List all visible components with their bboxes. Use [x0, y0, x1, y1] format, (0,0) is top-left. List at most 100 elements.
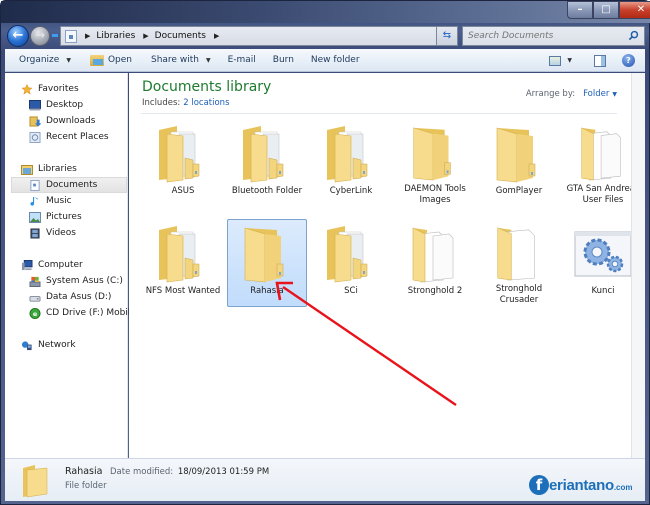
back-arrow-icon: ← — [12, 28, 24, 43]
item-rahasia[interactable]: Rahasia — [227, 219, 307, 307]
sidebar-libraries[interactable]: Libraries — [21, 161, 77, 177]
videos-icon — [30, 227, 40, 239]
minimize-button[interactable]: – — [567, 1, 593, 19]
folder-icon — [327, 126, 368, 183]
item-gomplayer[interactable]: GomPlayer — [479, 119, 559, 207]
hard-drive-icon — [29, 295, 41, 302]
search-icon[interactable] — [628, 30, 639, 41]
maximize-button[interactable]: □ — [593, 1, 619, 19]
search-box[interactable] — [462, 26, 645, 46]
view-options-dropdown[interactable]: ▼ — [567, 57, 572, 64]
sidebar-libraries-label: Libraries — [38, 164, 77, 174]
change-view-icon[interactable] — [549, 55, 562, 66]
recent-places-icon — [29, 131, 41, 143]
organize-button[interactable]: Organize ▼ — [5, 49, 78, 72]
folder-icon — [496, 127, 536, 183]
folder-icon — [581, 127, 621, 181]
close-button[interactable]: ✕ — [619, 1, 650, 19]
sidebar-item-documents[interactable]: Documents — [11, 177, 127, 193]
system-drive-icon — [29, 276, 41, 287]
sidebar-item-label: Videos — [46, 228, 76, 238]
search-input[interactable] — [468, 31, 618, 41]
includes-label: Includes: — [142, 98, 181, 108]
navigation-row: ← → ▶ Libraries ▶ Documents ▶ ▼ ⇆ — [1, 23, 650, 49]
sidebar-favorites[interactable]: Favorites — [21, 81, 79, 97]
sidebar-item-pictures[interactable]: Pictures — [29, 209, 82, 225]
open-label: Open — [107, 55, 132, 65]
refresh-button[interactable]: ⇆ — [436, 26, 458, 46]
vertical-scrollbar[interactable] — [631, 73, 645, 458]
details-date-modified: Date modified: 18/09/2013 01:59 PM — [110, 467, 269, 477]
help-icon[interactable]: ? — [622, 54, 635, 67]
item-stronghold-2[interactable]: Stronghold 2 — [395, 219, 475, 307]
navigation-pane: Favorites Desktop Downloads Recent Place… — [5, 73, 136, 458]
sidebar-item-label: Data Asus (D:) — [46, 292, 112, 302]
open-folder-icon — [89, 54, 104, 66]
chevron-right-icon[interactable]: ▶ — [143, 32, 148, 40]
page-title: Documents library — [142, 79, 272, 95]
details-name: Rahasia — [65, 466, 103, 477]
file-list: Documents library Includes: 2 locations A… — [129, 73, 639, 458]
folder-icon — [413, 127, 451, 181]
item-sci[interactable]: SCi — [311, 219, 391, 307]
details-type: File folder — [65, 481, 107, 491]
item-label: Stronghold Crusader — [495, 284, 543, 305]
item-asus[interactable]: ASUS — [143, 119, 223, 207]
sidebar-item-music[interactable]: Music — [29, 193, 72, 209]
sidebar-item-data-drive[interactable]: Data Asus (D:) — [29, 289, 111, 305]
locations-link[interactable]: 2 locations — [183, 98, 229, 108]
breadcrumb-documents[interactable]: Documents — [155, 31, 206, 41]
burn-button[interactable]: Burn — [263, 49, 301, 72]
folder-icon — [23, 465, 48, 498]
brand-text: eriantano — [549, 476, 614, 494]
back-button[interactable]: ← — [7, 25, 29, 47]
computer-icon — [21, 259, 33, 270]
sidebar-favorites-label: Favorites — [38, 84, 79, 94]
share-with-label: Share with — [151, 55, 199, 65]
header-divider — [141, 113, 617, 114]
sidebar-item-system-drive[interactable]: System Asus (C:) — [29, 273, 123, 289]
item-nfs-most-wanted[interactable]: NFS Most Wanted — [143, 219, 223, 307]
new-folder-label: New folder — [310, 55, 360, 65]
sidebar-item-label: CD Drive (F:) Mobile — [46, 308, 136, 318]
sidebar-item-label: Pictures — [46, 212, 82, 222]
forward-arrow-icon: → — [34, 28, 46, 42]
item-cyberlink[interactable]: CyberLink — [311, 119, 391, 207]
sidebar-item-cd-drive[interactable]: e CD Drive (F:) Mobile — [29, 305, 136, 321]
library-includes: Includes: 2 locations — [142, 98, 230, 108]
folder-icon — [327, 226, 368, 283]
pictures-icon — [29, 211, 41, 223]
share-with-button[interactable]: Share with ▼ — [139, 49, 218, 72]
open-button[interactable]: Open — [78, 49, 139, 72]
preview-pane-icon[interactable] — [594, 54, 606, 67]
item-label: NFS Most Wanted — [145, 286, 221, 296]
forward-button[interactable]: → — [30, 26, 50, 46]
item-daemon-tools-images[interactable]: DAEMON Tools Images — [395, 119, 475, 207]
sidebar-item-label: Desktop — [46, 100, 84, 110]
arrange-by-dropdown[interactable]: Folder ▼ — [583, 89, 617, 99]
brand-logo-icon: f — [529, 475, 549, 495]
recent-pages-dropdown[interactable] — [52, 34, 58, 37]
sidebar-item-desktop[interactable]: Desktop — [29, 97, 83, 113]
email-button[interactable]: E-mail — [218, 49, 263, 72]
window-controls: – □ ✕ — [567, 1, 650, 19]
sidebar-network[interactable]: Network — [21, 337, 76, 353]
folder-icon — [412, 227, 454, 283]
item-stronghold-crusader[interactable]: Stronghold Crusader — [479, 219, 559, 307]
sidebar-item-downloads[interactable]: Downloads — [29, 113, 95, 129]
sidebar-computer-label: Computer — [38, 260, 83, 270]
sidebar-computer[interactable]: Computer — [21, 257, 83, 273]
chevron-down-icon: ▼ — [66, 56, 71, 64]
sidebar-item-label: Documents — [46, 180, 98, 190]
folder-icon — [243, 126, 284, 183]
item-bluetooth-folder[interactable]: Bluetooth Folder — [227, 119, 307, 207]
breadcrumb-libraries[interactable]: Libraries — [96, 31, 135, 41]
sidebar-item-videos[interactable]: Videos — [29, 225, 76, 241]
sidebar-item-recent-places[interactable]: Recent Places — [29, 129, 109, 145]
desktop-icon — [29, 99, 41, 110]
address-bar[interactable]: ▶ Libraries ▶ Documents ▶ ▼ — [60, 26, 455, 46]
chevron-right-icon[interactable]: ▶ — [214, 32, 219, 40]
arrange-by-label: Arrange by: — [525, 89, 576, 99]
chevron-right-icon[interactable]: ▶ — [85, 32, 90, 40]
new-folder-button[interactable]: New folder — [301, 49, 367, 72]
